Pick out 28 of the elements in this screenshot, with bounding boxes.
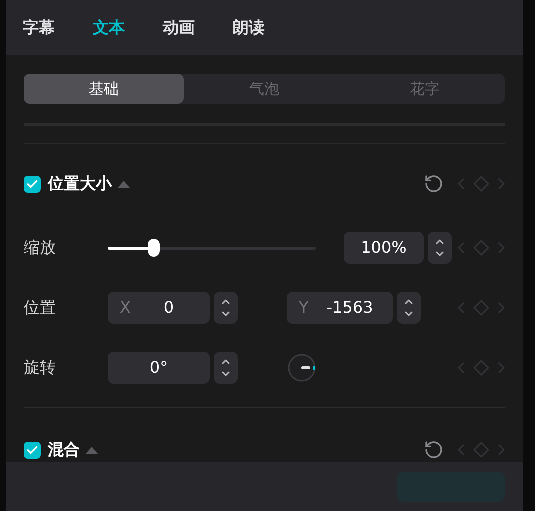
scale-input[interactable]: 100%	[344, 232, 424, 264]
check-icon	[26, 444, 39, 456]
stepper-button[interactable]	[214, 292, 238, 324]
tab[interactable]: 动画	[163, 16, 195, 40]
segment-tab[interactable]: 基础	[24, 74, 184, 104]
coordinate-input[interactable]: X 0	[108, 292, 210, 324]
checkbox[interactable]	[24, 176, 41, 192]
caret-up-icon[interactable]	[86, 446, 98, 454]
reset-icon[interactable]	[424, 174, 444, 194]
stepper-button[interactable]	[397, 292, 421, 324]
slider-handle[interactable]	[148, 239, 160, 257]
row-label: 缩放	[24, 237, 57, 259]
checkbox[interactable]	[24, 442, 41, 458]
tab[interactable]: 字幕	[23, 16, 55, 40]
stepper-button[interactable]	[214, 352, 238, 384]
section-title: 混合	[48, 439, 80, 461]
tab[interactable]: 文本	[93, 16, 125, 40]
row-label: 旋转	[24, 357, 57, 379]
section-title: 位置大小	[48, 173, 112, 195]
reset-icon[interactable]	[424, 440, 444, 460]
check-icon	[26, 178, 39, 190]
rotation-input[interactable]: 0°	[108, 352, 210, 384]
stepper-button[interactable]	[428, 232, 452, 264]
rotation-dial[interactable]	[288, 354, 316, 382]
tab[interactable]: 朗读	[233, 16, 265, 40]
caret-up-icon[interactable]	[118, 180, 130, 188]
coordinate-input[interactable]: Y -1563	[287, 292, 393, 324]
row-label: 位置	[24, 297, 57, 319]
